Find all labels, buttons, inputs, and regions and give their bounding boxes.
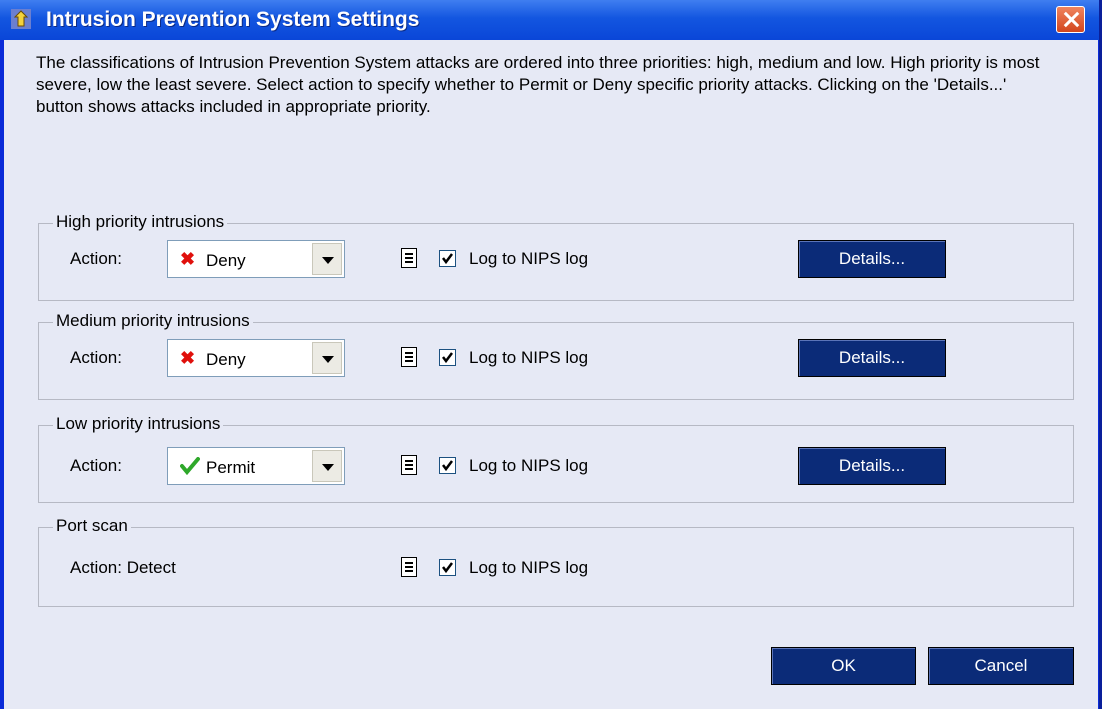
action-select[interactable]: ✖ Deny: [167, 339, 345, 377]
chevron-down-icon[interactable]: [312, 342, 342, 374]
log-checkbox[interactable]: [439, 250, 456, 267]
action-label: Action:: [70, 456, 122, 475]
log-document-icon: [401, 347, 417, 367]
action-label: Action:: [70, 249, 122, 268]
log-label: Log to NIPS log: [469, 456, 589, 475]
deny-x-icon: ✖: [180, 249, 196, 269]
group-high-priority: High priority intrusions Action: ✖ Deny …: [38, 212, 1074, 301]
chevron-down-icon[interactable]: [312, 450, 342, 482]
title-bar[interactable]: Intrusion Prevention System Settings: [0, 0, 1099, 40]
log-checkbox[interactable]: [439, 349, 456, 366]
action-value: Deny: [206, 350, 246, 369]
log-label: Log to NIPS log: [469, 558, 589, 577]
group-title: Low priority intrusions: [53, 414, 224, 434]
log-label: Log to NIPS log: [469, 348, 589, 367]
log-document-icon: [401, 557, 417, 577]
close-button[interactable]: [1056, 6, 1085, 33]
group-medium-priority: Medium priority intrusions Action: ✖ Den…: [38, 311, 1074, 400]
details-button[interactable]: Details...: [798, 447, 946, 485]
log-checkbox[interactable]: [439, 559, 456, 576]
action-label: Action: Detect: [70, 558, 176, 577]
group-title: Port scan: [53, 516, 131, 536]
log-document-icon: [401, 455, 417, 475]
ok-button[interactable]: OK: [771, 647, 916, 685]
app-icon: [11, 9, 31, 29]
details-button[interactable]: Details...: [798, 240, 946, 278]
deny-x-icon: ✖: [180, 348, 196, 368]
permit-check-icon: [180, 457, 200, 475]
description-text: The classifications of Intrusion Prevent…: [36, 53, 1040, 116]
chevron-down-icon[interactable]: [312, 243, 342, 275]
action-label: Action:: [70, 348, 122, 367]
cancel-button[interactable]: Cancel: [928, 647, 1074, 685]
log-checkbox[interactable]: [439, 457, 456, 474]
action-value: Deny: [206, 251, 246, 270]
dialog-window: Intrusion Prevention System Settings The…: [0, 0, 1102, 709]
group-low-priority: Low priority intrusions Action: Permit L…: [38, 414, 1074, 503]
log-label: Log to NIPS log: [469, 249, 589, 268]
group-title: High priority intrusions: [53, 212, 228, 232]
group-port-scan: Port scan Action: Detect Log to NIPS log: [38, 516, 1074, 607]
log-document-icon: [401, 248, 417, 268]
group-title: Medium priority intrusions: [53, 311, 253, 331]
action-select[interactable]: Permit: [167, 447, 345, 485]
window-title: Intrusion Prevention System Settings: [46, 8, 420, 31]
action-value: Permit: [206, 458, 256, 477]
details-button[interactable]: Details...: [798, 339, 946, 377]
action-select[interactable]: ✖ Deny: [167, 240, 345, 278]
